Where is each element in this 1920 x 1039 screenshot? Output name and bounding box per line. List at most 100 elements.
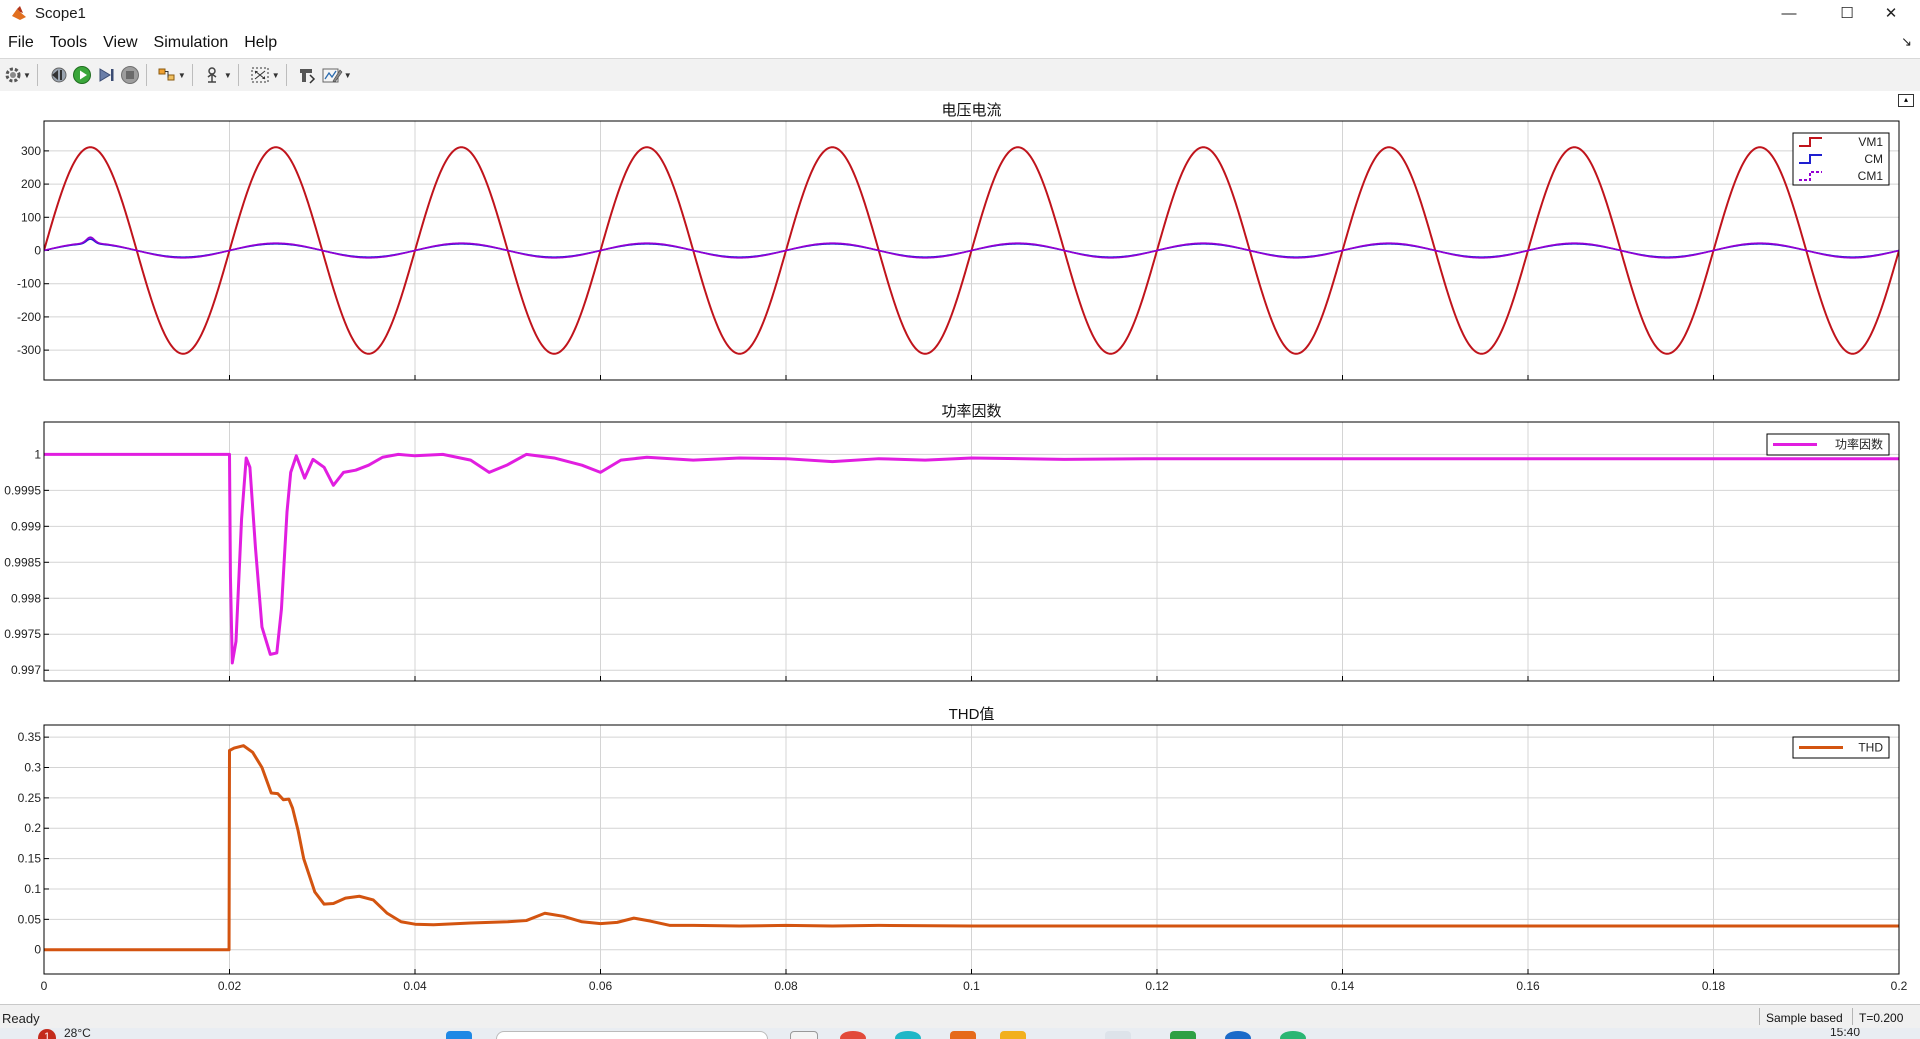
triggers-dropdown-icon[interactable]: ▼ (224, 71, 232, 80)
zoom-button[interactable]: ▼ (249, 63, 280, 87)
windows-taskbar: 1 28°C 15:40 (0, 1028, 1920, 1039)
zoom-dropdown-icon[interactable]: ▼ (272, 71, 280, 80)
sample-mode: Sample based (1759, 1008, 1849, 1025)
undock-menu-icon[interactable]: ↘ (1901, 34, 1912, 50)
y-tick-label: 0.2 (24, 821, 41, 835)
toolbar-separator (237, 64, 239, 86)
signal-selector-button[interactable]: ▼ (157, 63, 186, 87)
menu-simulation[interactable]: Simulation (146, 30, 237, 56)
step-forward-button[interactable] (96, 63, 116, 87)
y-tick-label: 100 (21, 210, 41, 224)
task-view-icon[interactable] (790, 1031, 818, 1039)
scope-plot-area: ▴ 电压电流 300 200 100 0 -100 -200 -300 VM1 CM CM1 功率因数… (0, 91, 1920, 1003)
maximize-icon: ☐ (1840, 5, 1854, 22)
y-tick-label: 0.05 (18, 912, 42, 926)
style-button[interactable]: ▼ (321, 63, 352, 87)
toolbar: ▼ ▼ ▼ ▼ ▼ (0, 58, 1920, 92)
toolbar-separator (36, 64, 38, 86)
menu-bar: File Tools View Simulation Help ↘ (0, 30, 1920, 56)
y-tick-label: 200 (21, 177, 41, 191)
app-icon[interactable] (950, 1031, 976, 1039)
minimize-button[interactable]: — (1760, 0, 1818, 26)
signal-selector-dropdown-icon[interactable]: ▼ (178, 71, 186, 80)
start-icon[interactable] (446, 1031, 472, 1039)
x-tick-label: 0.18 (1702, 979, 1726, 993)
y-tick-label: 1 (34, 447, 41, 461)
menu-file[interactable]: File (0, 30, 42, 56)
legend-label: THD (1858, 741, 1883, 755)
step-back-button[interactable] (48, 63, 68, 87)
triggers-button[interactable]: ▼ (203, 63, 232, 87)
simulation-time: T=0.200 (1852, 1008, 1909, 1025)
app-icon[interactable] (840, 1031, 866, 1039)
status-ready: Ready (2, 1011, 40, 1026)
stop-icon (120, 66, 139, 84)
edge-icon[interactable] (895, 1031, 921, 1039)
settings-button[interactable]: ▼ (4, 63, 31, 87)
y-tick-label: 0.1 (24, 882, 41, 896)
y-tick-label: 0.998 (11, 591, 41, 605)
weather-badge[interactable]: 1 (38, 1029, 56, 1039)
close-icon: ✕ (1884, 5, 1898, 22)
app-icon[interactable] (1225, 1031, 1251, 1039)
x-tick-label: 0.04 (403, 979, 427, 993)
scope-charts: 电压电流3002001000-100-200-300VM1CMCM1功率因数10… (4, 102, 1908, 993)
undock-axes-icon[interactable]: ▴ (1898, 94, 1914, 107)
signal-selector-icon (158, 68, 175, 81)
step-forward-icon (99, 68, 114, 82)
chart-title: 电压电流 (941, 102, 1001, 119)
y-tick-label: -100 (17, 277, 41, 291)
toolbar-separator (191, 64, 193, 86)
chart-title: THD值 (949, 706, 995, 723)
chart-0: 电压电流 300 200 100 0 -100 -200 -300 VM1 CM CM1 (17, 102, 1900, 381)
y-tick-label: 0.9985 (4, 555, 41, 569)
x-tick-label: 0.06 (589, 979, 613, 993)
minimize-icon: — (1781, 4, 1797, 22)
window-title: Scope1 (35, 4, 86, 22)
y-tick-label: 0.3 (24, 761, 41, 775)
y-tick-label: -300 (17, 343, 41, 357)
toolbar-separator (285, 64, 287, 86)
matlab-taskbar-icon[interactable] (1105, 1031, 1131, 1039)
legend: 功率因数 (1766, 433, 1890, 456)
settings-dropdown-icon[interactable]: ▼ (23, 71, 31, 80)
weather-temperature[interactable]: 28°C (64, 1028, 91, 1039)
file-explorer-icon[interactable] (1000, 1031, 1026, 1039)
chart-2: THD值 0.35 0.3 0.25 0.2 0.15 0.1 0.05 0 THD 0 0.02 0.… (18, 706, 1908, 993)
run-button[interactable] (72, 63, 92, 87)
style-icon (322, 68, 343, 83)
wechat-icon[interactable] (1280, 1031, 1306, 1039)
taskbar-search-box[interactable] (496, 1031, 768, 1039)
legend-label: CM (1864, 152, 1883, 166)
menu-tools[interactable]: Tools (42, 30, 95, 56)
menu-help[interactable]: Help (236, 30, 285, 56)
stop-button[interactable] (120, 63, 140, 87)
x-tick-label: 0.14 (1331, 979, 1355, 993)
legend: VM1 CM CM1 (1792, 132, 1890, 186)
step-back-icon (51, 67, 67, 83)
zoom-icon (251, 67, 269, 83)
y-tick-label: 0.9995 (4, 483, 41, 497)
x-tick-label: 0.08 (774, 979, 798, 993)
menu-view[interactable]: View (95, 30, 145, 56)
restore-layout-icon (299, 69, 315, 84)
y-tick-label: -200 (17, 310, 41, 324)
legend-label: CM1 (1858, 169, 1884, 183)
legend: THD (1792, 736, 1890, 759)
y-tick-label: 0.35 (18, 730, 42, 744)
x-tick-label: 0.12 (1145, 979, 1169, 993)
toolbar-separator (145, 64, 147, 86)
x-tick-label: 0.02 (218, 979, 242, 993)
chart-1: 功率因数 1 0.9995 0.999 0.9985 0.998 0.9975 0.997 功率… (4, 403, 1900, 682)
app-icon[interactable] (1170, 1031, 1196, 1039)
settings-icon (5, 67, 21, 83)
close-button[interactable]: ✕ (1862, 0, 1920, 26)
x-tick-label: 0 (41, 979, 48, 993)
y-tick-label: 0 (34, 943, 41, 957)
style-dropdown-icon[interactable]: ▼ (344, 71, 352, 80)
restore-layout-button[interactable] (297, 63, 317, 87)
x-tick-label: 0.1 (963, 979, 980, 993)
x-tick-label: 0.2 (1891, 979, 1908, 993)
legend-label: 功率因数 (1835, 437, 1883, 452)
legend-label: VM1 (1858, 135, 1883, 149)
